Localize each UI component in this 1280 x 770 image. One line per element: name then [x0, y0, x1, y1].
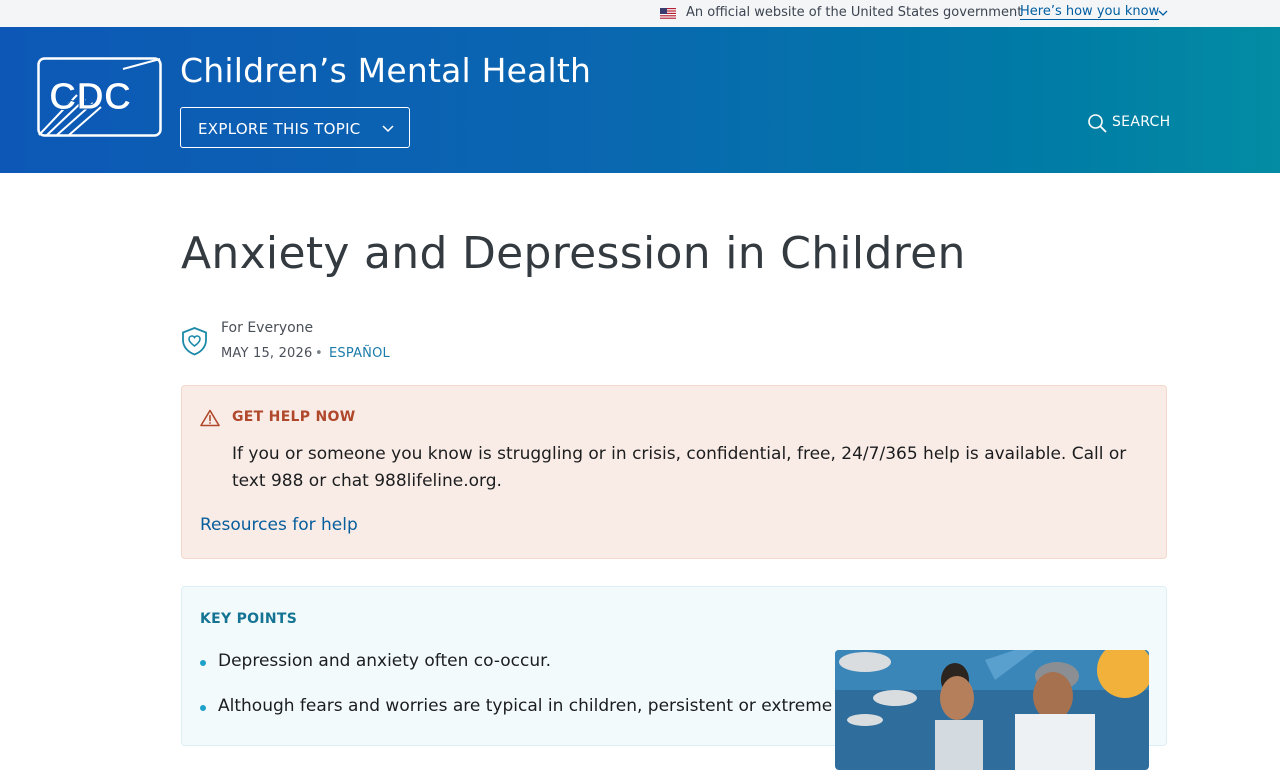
- resources-for-help-link[interactable]: Resources for help: [200, 515, 358, 535]
- explore-topic-button[interactable]: EXPLORE THIS TOPIC: [180, 107, 410, 148]
- get-help-text: If you or someone you know is struggling…: [232, 444, 1127, 491]
- publish-date: MAY 15, 2026: [221, 346, 313, 361]
- espanol-link[interactable]: ESPAÑOL: [329, 346, 390, 361]
- gov-banner: An official website of the United States…: [0, 0, 1280, 27]
- key-points-heading: KEY POINTS: [200, 611, 298, 627]
- bullet-dot: [200, 705, 206, 711]
- key-points-box: KEY POINTS Depression and anxiety often …: [181, 586, 1167, 770]
- key-point-item: Depression and anxiety often co-occur.: [218, 651, 551, 671]
- get-help-heading: GET HELP NOW: [232, 409, 356, 425]
- us-flag-icon: [660, 8, 676, 19]
- explore-topic-label: EXPLORE THIS TOPIC: [198, 120, 361, 138]
- page-title: Anxiety and Depression in Children: [181, 228, 966, 279]
- warning-triangle-icon: [200, 409, 220, 427]
- shield-heart-icon: [182, 327, 207, 356]
- chevron-down-icon[interactable]: [1158, 9, 1168, 17]
- heres-how-you-know-link[interactable]: Here’s how you know: [1020, 4, 1160, 20]
- svg-text:CDC: CDC: [49, 76, 131, 118]
- gov-banner-text: An official website of the United States…: [686, 5, 1023, 20]
- meta-separator: •: [315, 346, 323, 361]
- search-icon: [1088, 114, 1107, 133]
- children-photo: [835, 650, 1149, 770]
- chevron-down-icon: [382, 125, 394, 133]
- get-help-callout: GET HELP NOW If you or someone you know …: [181, 385, 1167, 559]
- bullet-dot: [200, 660, 206, 666]
- search-button[interactable]: SEARCH: [1087, 111, 1171, 135]
- site-header: CDC Children’s Mental Health EXPLORE THI…: [0, 27, 1280, 173]
- search-label: SEARCH: [1112, 114, 1171, 130]
- site-title[interactable]: Children’s Mental Health: [180, 51, 591, 90]
- audience-label: For Everyone: [221, 320, 314, 336]
- cdc-logo[interactable]: CDC: [37, 57, 162, 137]
- key-point-item: Although fears and worries are typical i…: [218, 696, 833, 716]
